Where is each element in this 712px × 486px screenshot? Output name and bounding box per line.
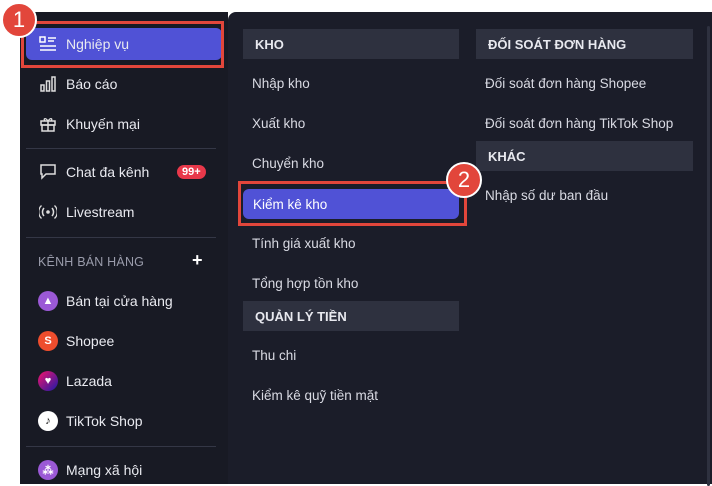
menu-item-doi-soat-shopee[interactable]: Đối soát đơn hàng Shopee (475, 68, 693, 98)
sidebar-item-lazada[interactable]: ♥ Lazada (26, 365, 222, 397)
menu-item-doi-soat-tiktok-shop[interactable]: Đối soát đơn hàng TikTok Shop (475, 108, 693, 138)
sidebar-item-label: Chat đa kênh (66, 164, 150, 180)
group-quan-ly-tien-title: QUẢN LÝ TIỀN (243, 301, 459, 331)
scrollbar[interactable] (707, 26, 710, 486)
step-badge-1: 1 (1, 2, 37, 38)
sidebar-divider (26, 237, 216, 238)
sidebar-item-label: Shopee (66, 333, 115, 349)
tiktok-icon: ♪ (38, 411, 58, 431)
sidebar-divider (26, 446, 216, 447)
gift-icon (38, 114, 58, 134)
store-icon: ▲ (38, 291, 58, 311)
menu-item-thu-chi[interactable]: Thu chi (242, 340, 460, 370)
sidebar-item-tiktok-shop[interactable]: ♪ TikTok Shop (26, 405, 222, 437)
nghiep-vu-menu: KHO Nhập kho Xuất kho Chuyển kho Kiểm kê… (228, 12, 712, 486)
group-doi-soat-title: ĐỐI SOÁT ĐƠN HÀNG (476, 29, 693, 59)
broadcast-icon (38, 202, 58, 222)
menu-item-nhap-so-du-ban-dau[interactable]: Nhập số dư ban đầu (475, 180, 693, 210)
callout-box-2 (238, 181, 467, 226)
sidebar-item-label: Livestream (66, 204, 135, 220)
sidebar-item-label: TikTok Shop (66, 413, 143, 429)
sidebar-divider (26, 148, 216, 149)
lazada-icon: ♥ (38, 371, 58, 391)
sidebar-item-shopee[interactable]: S Shopee (26, 325, 222, 357)
sidebar-item-label: Báo cáo (66, 76, 118, 92)
chat-icon (38, 162, 58, 182)
sidebar-item-label: Bán tại cửa hàng (66, 293, 173, 309)
menu-item-tinh-gia-xuat-kho[interactable]: Tính giá xuất kho (242, 228, 460, 258)
channels-title: KÊNH BÁN HÀNG (38, 255, 145, 269)
shopee-icon: S (38, 331, 58, 351)
sidebar-item-livestream[interactable]: Livestream (26, 196, 222, 228)
menu-item-chuyen-kho[interactable]: Chuyển kho (242, 148, 460, 178)
app-frame: Nghiệp vụ Báo cáo Khuyến mại Chat đa kên… (0, 0, 712, 486)
group-kho-title: KHO (243, 29, 459, 59)
menu-item-kiem-ke-quy-tien-mat[interactable]: Kiểm kê quỹ tiền mặt (242, 380, 460, 410)
sidebar-item-label: Khuyến mại (66, 116, 140, 132)
bar-chart-icon (38, 74, 58, 94)
chat-badge: 99+ (177, 165, 206, 179)
sidebar-item-label: Lazada (66, 373, 112, 389)
callout-box-1 (21, 21, 224, 68)
add-channel-button[interactable]: + (192, 250, 203, 271)
step-badge-2: 2 (446, 162, 482, 198)
menu-item-xuat-kho[interactable]: Xuất kho (242, 108, 460, 138)
sidebar-item-ban-tai-cua-hang[interactable]: ▲ Bán tại cửa hàng (26, 285, 222, 317)
sidebar-item-mang-xa-hoi[interactable]: ⁂ Mạng xã hội (26, 454, 222, 486)
menu-item-tong-hop-ton-kho[interactable]: Tổng hợp tồn kho (242, 268, 460, 298)
sidebar-item-khuyen-mai[interactable]: Khuyến mại (26, 108, 222, 140)
group-khac-title: KHÁC (476, 141, 693, 171)
sidebar-item-bao-cao[interactable]: Báo cáo (26, 68, 222, 100)
sidebar: Nghiệp vụ Báo cáo Khuyến mại Chat đa kên… (20, 12, 228, 484)
sidebar-item-label: Mạng xã hội (66, 462, 143, 478)
social-icon: ⁂ (38, 460, 58, 480)
menu-item-nhap-kho[interactable]: Nhập kho (242, 68, 460, 98)
